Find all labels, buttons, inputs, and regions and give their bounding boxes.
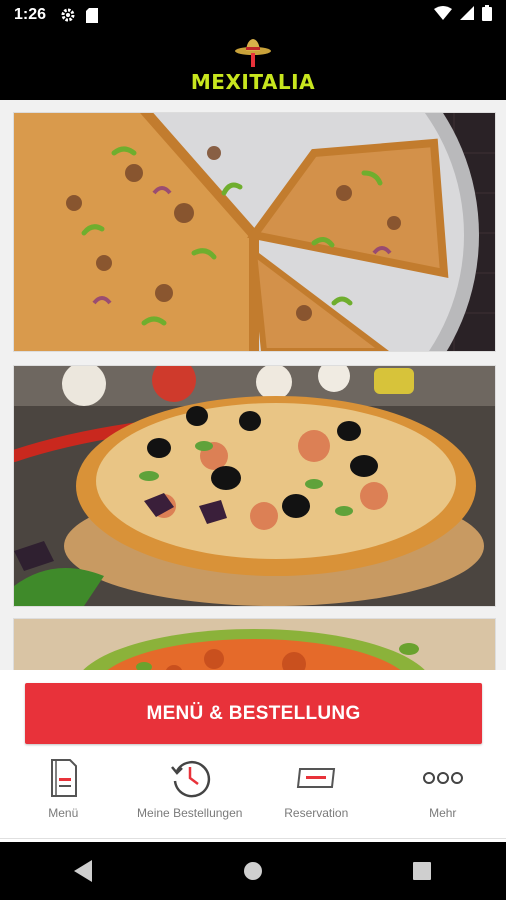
order-area: MENÜ & BESTELLUNG xyxy=(0,670,506,752)
status-bar: 1:26 xyxy=(0,0,506,30)
tab-my-orders[interactable]: Meine Bestellungen xyxy=(127,752,254,838)
home-icon[interactable] xyxy=(223,851,283,891)
reservation-ticket-icon xyxy=(294,756,338,800)
status-time: 1:26 xyxy=(14,6,47,23)
settings-gear-icon xyxy=(60,7,76,23)
sombrero-logo-icon xyxy=(233,37,273,72)
wifi-icon xyxy=(434,5,452,25)
bottom-tab-bar: Menü Meine Bestellungen Reservation Mehr xyxy=(0,752,506,839)
sd-card-icon xyxy=(86,7,99,23)
order-history-icon xyxy=(169,756,211,800)
menu-order-button[interactable]: MENÜ & BESTELLUNG xyxy=(25,683,482,744)
pizza-olives-basil-image[interactable] xyxy=(13,365,496,607)
app-logo: MEXITALIA xyxy=(190,69,316,94)
tab-my-orders-label: Meine Bestellungen xyxy=(137,806,243,820)
system-nav-bar xyxy=(0,842,506,900)
menu-card-icon xyxy=(48,756,78,800)
tab-more[interactable]: Mehr xyxy=(380,752,506,838)
app-header: MEXITALIA xyxy=(0,30,506,100)
more-dots-icon xyxy=(422,756,464,800)
image-gallery[interactable] xyxy=(0,100,506,670)
signal-icon xyxy=(460,5,474,25)
battery-icon xyxy=(482,4,492,26)
tab-more-label: Mehr xyxy=(429,806,457,820)
pizza-partial-image[interactable] xyxy=(13,618,496,670)
back-icon[interactable] xyxy=(54,851,114,891)
recents-icon[interactable] xyxy=(392,851,452,891)
tab-reservation-label: Reservation xyxy=(284,806,349,820)
tab-reservation[interactable]: Reservation xyxy=(253,752,380,838)
tab-menu[interactable]: Menü xyxy=(0,752,127,838)
pizza-minced-meat-peppers-image[interactable] xyxy=(13,112,496,352)
tab-menu-label: Menü xyxy=(48,806,79,820)
